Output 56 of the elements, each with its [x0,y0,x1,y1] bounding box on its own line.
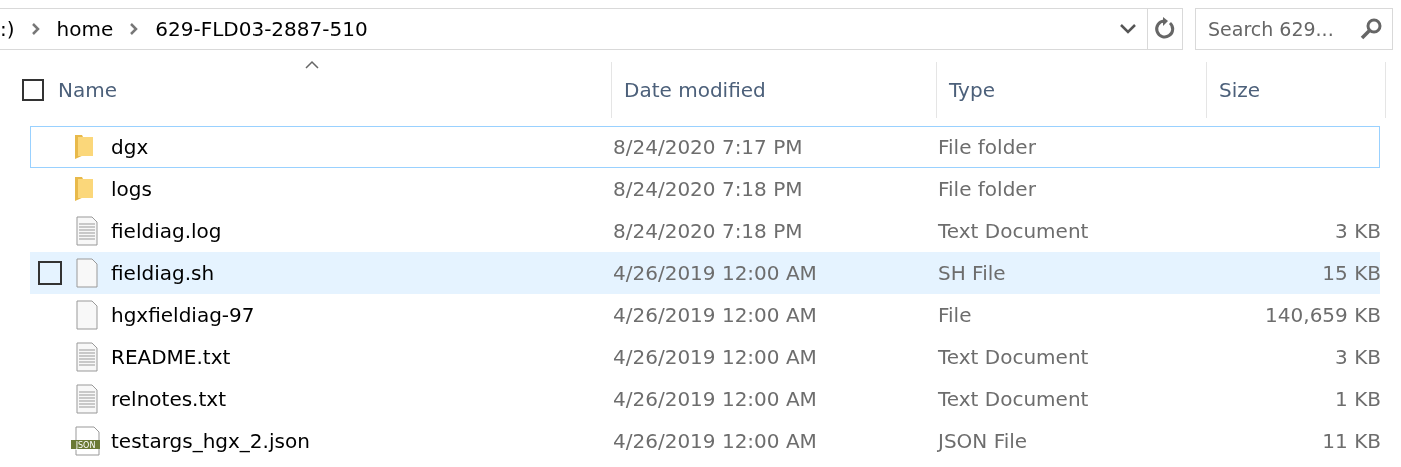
file-size: 3 KB [1334,219,1381,243]
chevron-icon [30,22,41,36]
file-row[interactable]: hgxfieldiag-97 4/26/2019 12:00 AM File 140,659 KB [30,294,1380,336]
sort-caret-icon [303,60,320,70]
file-type: File [938,303,973,327]
column-header[interactable]: Date modified [612,62,937,118]
file-size: 15 KB [1321,261,1381,285]
address-bar[interactable]: :) home 629-FLD03-2887-510 [0,8,1148,50]
file-type: Text Document [938,219,1090,243]
date-modified: 8/24/2020 7:18 PM [613,219,804,243]
search-icon [1359,17,1383,41]
file-row[interactable]: fieldiag.sh 4/26/2019 12:00 AM SH File 15 KB [30,252,1380,294]
file-size: 140,659 KB [1264,303,1381,327]
file-name: fieldiag.sh [111,261,215,285]
file-name: hgxfieldiag-97 [111,303,255,327]
file-type: Text Document [938,387,1090,411]
date-modified: 4/26/2019 12:00 AM [613,261,818,285]
select-all-checkbox[interactable] [22,79,44,101]
breadcrumb[interactable]: :) [0,17,15,41]
file-row[interactable]: relnotes.txt 4/26/2019 12:00 AM Text Document 1 KB [30,378,1380,420]
refresh-icon [1153,17,1177,41]
row-checkbox[interactable] [38,261,62,285]
date-modified: 4/26/2019 12:00 AM [613,387,818,411]
file-type: SH File [938,261,1007,285]
file-name: testargs_hgx_2.json [111,429,310,453]
refresh-button[interactable] [1147,8,1183,50]
file-row[interactable]: JSON testargs_hgx_2.json 4/26/2019 12:00 AM JSON File 11 KB [30,420,1380,462]
file-size: 1 KB [1334,387,1381,411]
date-modified: 4/26/2019 12:00 AM [613,303,818,327]
file-row[interactable]: logs 8/24/2020 7:18 PM File folder [30,168,1380,210]
chevron-icon [129,22,140,36]
file-size: 3 KB [1334,345,1381,369]
dropdown-icon[interactable] [1119,23,1137,35]
breadcrumb[interactable]: 629-FLD03-2887-510 [155,17,368,41]
file-row[interactable]: README.txt 4/26/2019 12:00 AM Text Document 3 KB [30,336,1380,378]
file-type: File folder [938,135,1037,159]
date-modified: 8/24/2020 7:17 PM [613,135,804,159]
file-row[interactable]: fieldiag.log 8/24/2020 7:18 PM Text Document 3 KB [30,210,1380,252]
file-name: dgx [111,135,149,159]
search-field[interactable]: Search 629... [1195,8,1393,50]
file-name: fieldiag.log [111,219,222,243]
file-name: README.txt [111,345,231,369]
column-header[interactable]: Type [937,62,1207,118]
file-type: File folder [938,177,1037,201]
breadcrumb[interactable]: home [56,17,114,41]
file-size: 11 KB [1321,429,1381,453]
file-type: Text Document [938,345,1090,369]
file-type: JSON File [938,429,1029,453]
column-header[interactable]: Size [1207,62,1386,118]
file-name: relnotes.txt [111,387,226,411]
date-modified: 4/26/2019 12:00 AM [613,429,818,453]
file-name: logs [111,177,152,201]
file-row[interactable]: dgx 8/24/2020 7:17 PM File folder [30,126,1380,168]
date-modified: 4/26/2019 12:00 AM [613,345,818,369]
date-modified: 8/24/2020 7:18 PM [613,177,804,201]
column-header[interactable]: Name [0,62,612,118]
